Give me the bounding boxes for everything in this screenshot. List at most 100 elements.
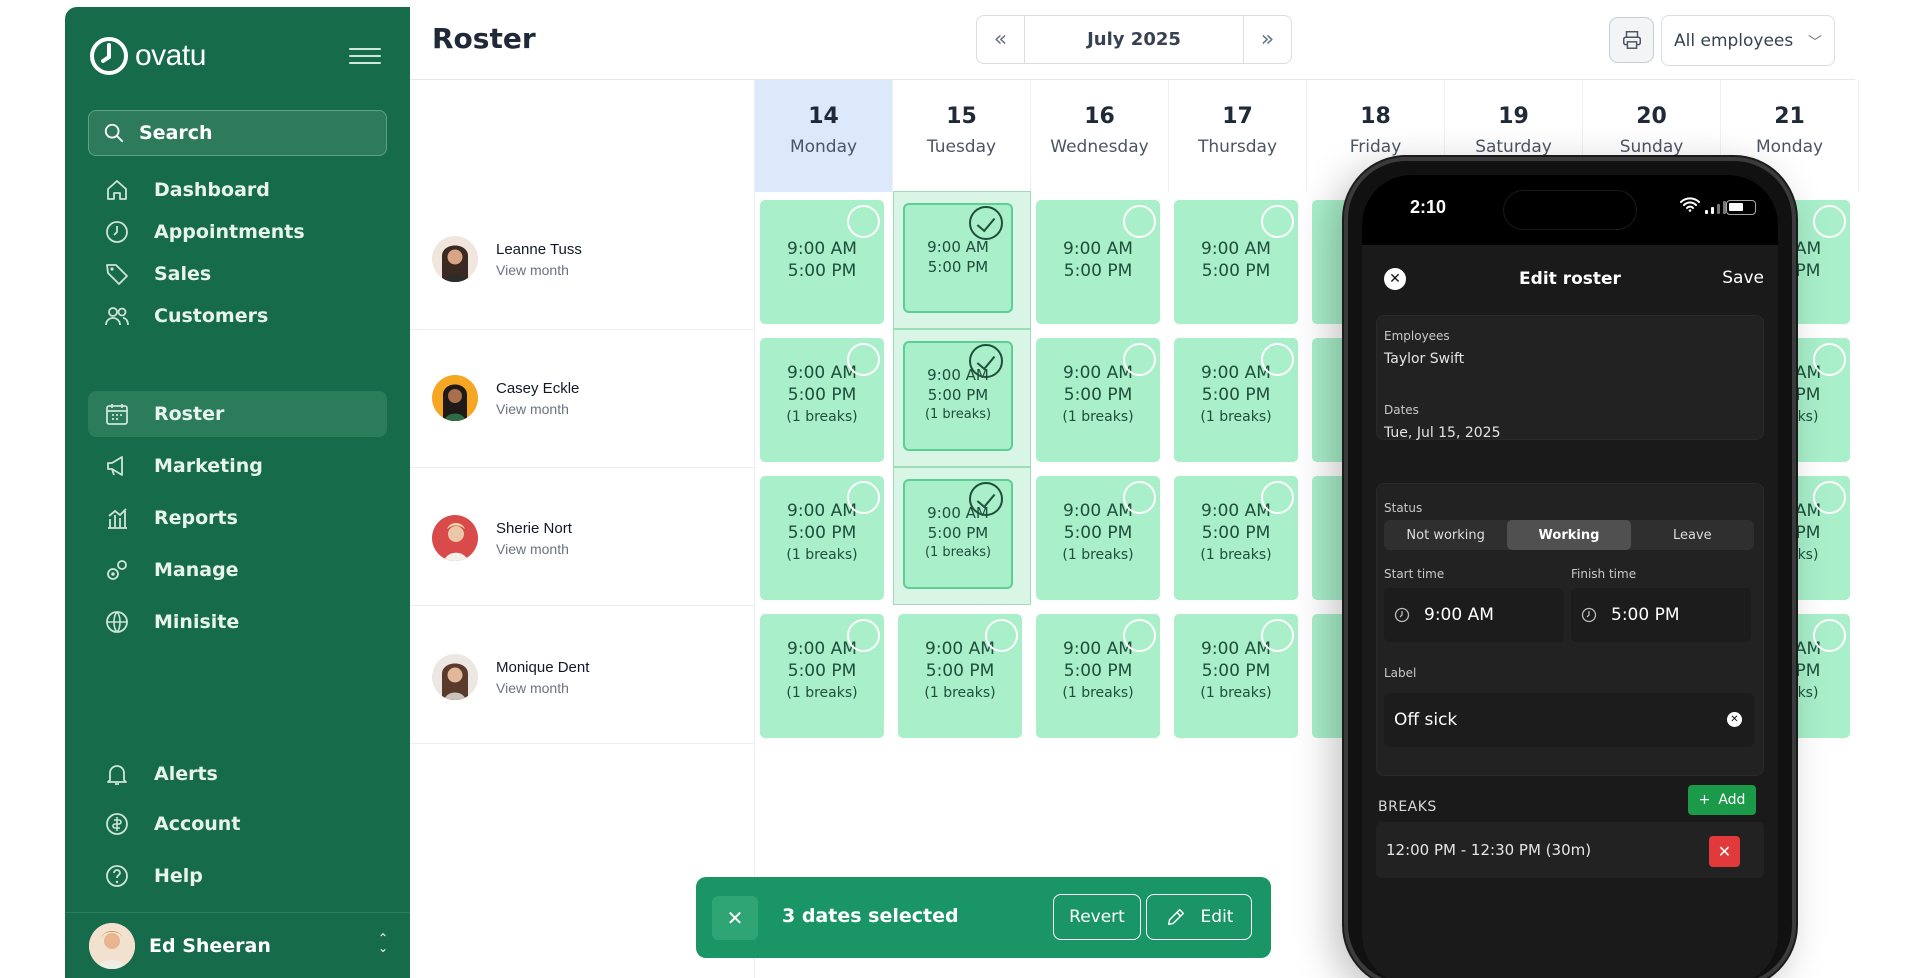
sidebar-item-help[interactable]: Help xyxy=(88,853,387,899)
start-time-input[interactable]: 9:00 AM xyxy=(1384,588,1564,642)
clear-selection-button[interactable]: ✕ xyxy=(712,896,758,940)
select-circle-icon[interactable] xyxy=(1261,343,1294,376)
select-circle-icon[interactable] xyxy=(1123,481,1156,514)
select-circle-icon[interactable] xyxy=(847,619,880,652)
sidebar-item-manage[interactable]: Manage xyxy=(88,547,387,593)
status-working[interactable]: Working xyxy=(1507,520,1631,550)
globe-icon xyxy=(106,611,128,633)
shift-cell[interactable]: 9:00 AM 5:00 PM (1 breaks) xyxy=(1174,338,1298,462)
finish-time-input[interactable]: 5:00 PM xyxy=(1571,588,1751,642)
sidebar-item-reports[interactable]: Reports xyxy=(88,495,387,541)
shift-cell-selected[interactable]: 9:00 AM 5:00 PM (1 breaks) xyxy=(903,479,1013,589)
shift-cell[interactable]: 9:00 AM 5:00 PM (1 breaks) xyxy=(760,338,884,462)
view-month-link[interactable]: View month xyxy=(496,680,589,696)
view-month-link[interactable]: View month xyxy=(496,401,579,417)
shift-cell[interactable]: 9:00 AM 5:00 PM (1 breaks) xyxy=(1174,476,1298,600)
calendar-icon xyxy=(106,404,128,425)
shift-cell[interactable]: 9:00 AM 5:00 PM (1 breaks) xyxy=(1174,614,1298,738)
chart-icon xyxy=(108,508,127,529)
select-circle-icon[interactable] xyxy=(1813,343,1846,376)
clock-icon xyxy=(1581,607,1597,623)
delete-break-button[interactable]: ✕ xyxy=(1709,836,1740,867)
shift-end: 5:00 PM xyxy=(925,661,995,681)
day-number: 17 xyxy=(1222,104,1253,129)
sidebar-item-account[interactable]: Account xyxy=(88,801,387,847)
day-name: Wednesday xyxy=(1050,137,1149,157)
select-circle-icon[interactable] xyxy=(1813,205,1846,238)
check-circle-icon[interactable] xyxy=(969,344,1003,378)
shift-cell-selected[interactable]: 9:00 AM 5:00 PM (1 breaks) xyxy=(903,341,1013,451)
sidebar-item-appointments[interactable]: Appointments xyxy=(88,209,387,255)
select-circle-icon[interactable] xyxy=(1123,619,1156,652)
tag-icon xyxy=(106,264,128,285)
select-circle-icon[interactable] xyxy=(1261,205,1294,238)
day-header: 17 Thursday xyxy=(1169,80,1307,192)
edit-button[interactable]: Edit xyxy=(1146,894,1252,940)
user-menu[interactable]: Ed Sheeran ⌃ ⌄ xyxy=(65,912,410,978)
current-month[interactable]: July 2025 xyxy=(1024,16,1244,63)
shift-cell[interactable]: 9:00 AM 5:00 PM xyxy=(1174,200,1298,324)
revert-button[interactable]: Revert xyxy=(1053,894,1141,940)
shift-start: 9:00 AM xyxy=(787,239,857,259)
search-input[interactable]: Search xyxy=(88,110,387,156)
sidebar-item-alerts[interactable]: Alerts xyxy=(88,751,387,797)
day-name: Sunday xyxy=(1619,137,1684,157)
select-circle-icon[interactable] xyxy=(1123,205,1156,238)
shift-cell[interactable]: 9:00 AM 5:00 PM (1 breaks) xyxy=(1036,614,1160,738)
select-circle-icon[interactable] xyxy=(1123,343,1156,376)
view-month-link[interactable]: View month xyxy=(496,541,572,557)
prev-month-icon[interactable]: « xyxy=(977,16,1024,62)
employee-name: Casey Eckle xyxy=(496,379,580,397)
close-icon: ✕ xyxy=(726,906,744,930)
sidebar-item-minisite[interactable]: Minisite xyxy=(88,599,387,645)
shift-cell[interactable]: 9:00 AM 5:00 PM (1 breaks) xyxy=(760,476,884,600)
sidebar-item-roster[interactable]: Roster xyxy=(88,391,387,437)
view-month-link[interactable]: View month xyxy=(496,262,582,278)
brand-logo[interactable]: ovatu xyxy=(89,33,206,79)
break-row[interactable]: 12:00 PM - 12:30 PM (30m) ✕ xyxy=(1376,822,1764,878)
status-not-working[interactable]: Not working xyxy=(1384,520,1507,550)
avatar xyxy=(432,375,478,421)
break-value: 12:00 PM - 12:30 PM (30m) xyxy=(1386,841,1592,859)
shift-cell[interactable]: 9:00 AM 5:00 PM xyxy=(1036,200,1160,324)
shift-cell[interactable]: 9:00 AM 5:00 PM (1 breaks) xyxy=(1036,338,1160,462)
employee-row: Leanne Tuss View month xyxy=(432,229,752,289)
select-circle-icon[interactable] xyxy=(1813,481,1846,514)
shift-cell[interactable]: 9:00 AM 5:00 PM (1 breaks) xyxy=(898,614,1022,738)
sidebar-item-dashboard[interactable]: Dashboard xyxy=(88,167,387,213)
add-break-button[interactable]: + Add xyxy=(1688,785,1756,815)
select-circle-icon[interactable] xyxy=(1261,481,1294,514)
sidebar-item-sales[interactable]: Sales xyxy=(88,251,387,297)
shift-cell-selected[interactable]: 9:00 AM 5:00 PM xyxy=(903,203,1013,313)
sidebar-item-label: Alerts xyxy=(154,763,218,785)
phone-screen: 2:10 ✕ Edit roster Save Employees Taylor… xyxy=(1362,175,1778,978)
menu-toggle-icon[interactable] xyxy=(349,41,381,71)
status-leave[interactable]: Leave xyxy=(1631,520,1754,550)
print-button[interactable] xyxy=(1609,17,1654,63)
sidebar-item-marketing[interactable]: Marketing xyxy=(88,443,387,489)
sidebar-item-customers[interactable]: Customers xyxy=(88,293,387,339)
clock-icon xyxy=(1394,607,1410,623)
select-circle-icon[interactable] xyxy=(847,481,880,514)
shift-cell[interactable]: 9:00 AM 5:00 PM (1 breaks) xyxy=(760,614,884,738)
shift-cell[interactable]: 9:00 AM 5:00 PM (1 breaks) xyxy=(1036,476,1160,600)
shift-breaks: (1 breaks) xyxy=(924,545,992,560)
shift-breaks: (1 breaks) xyxy=(1200,409,1272,425)
employee-filter-select[interactable]: All employees ﹀ xyxy=(1661,15,1835,66)
select-circle-icon[interactable] xyxy=(1813,619,1846,652)
select-circle-icon[interactable] xyxy=(847,343,880,376)
sidebar-item-label: Manage xyxy=(154,559,239,581)
day-number: 16 xyxy=(1084,104,1115,129)
save-button[interactable]: Save xyxy=(1722,268,1764,288)
check-circle-icon[interactable] xyxy=(969,206,1003,240)
clear-input-icon[interactable]: ✕ xyxy=(1727,712,1742,727)
next-month-icon[interactable]: » xyxy=(1244,16,1291,62)
day-name: Tuesday xyxy=(926,137,997,157)
label-input[interactable]: Off sick ✕ xyxy=(1384,693,1754,747)
check-circle-icon[interactable] xyxy=(969,482,1003,516)
select-circle-icon[interactable] xyxy=(847,205,880,238)
shift-cell[interactable]: 9:00 AM 5:00 PM xyxy=(760,200,884,324)
select-circle-icon[interactable] xyxy=(1261,619,1294,652)
select-circle-icon[interactable] xyxy=(985,619,1018,652)
edit-roster-sheet: ✕ Edit roster Save Employees Taylor Swif… xyxy=(1362,245,1778,978)
